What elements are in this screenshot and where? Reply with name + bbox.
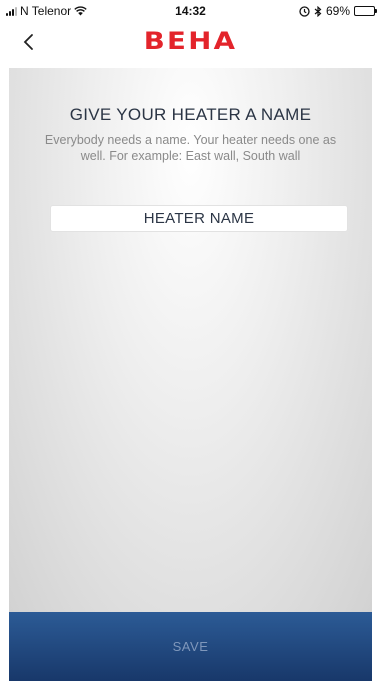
status-right: 69% bbox=[299, 4, 377, 18]
page-title: GIVE YOUR HEATER A NAME bbox=[69, 105, 312, 124]
alarm-icon bbox=[299, 5, 310, 17]
beha-logo: BEHA bbox=[143, 27, 238, 55]
save-label: SAVE bbox=[172, 639, 209, 654]
nav-bar: BEHA bbox=[0, 22, 381, 68]
battery-percent: 69% bbox=[325, 4, 350, 18]
battery-icon bbox=[354, 6, 377, 16]
status-bar: N Telenor 14:32 69% bbox=[0, 0, 381, 22]
heater-name-input[interactable] bbox=[50, 205, 348, 232]
page-subtitle: Everybody needs a name. Your heater need… bbox=[44, 133, 337, 163]
bluetooth-icon bbox=[314, 5, 322, 17]
save-button[interactable]: SAVE bbox=[9, 612, 372, 681]
name-heater-panel: GIVE YOUR HEATER A NAME Everybody needs … bbox=[9, 68, 372, 612]
